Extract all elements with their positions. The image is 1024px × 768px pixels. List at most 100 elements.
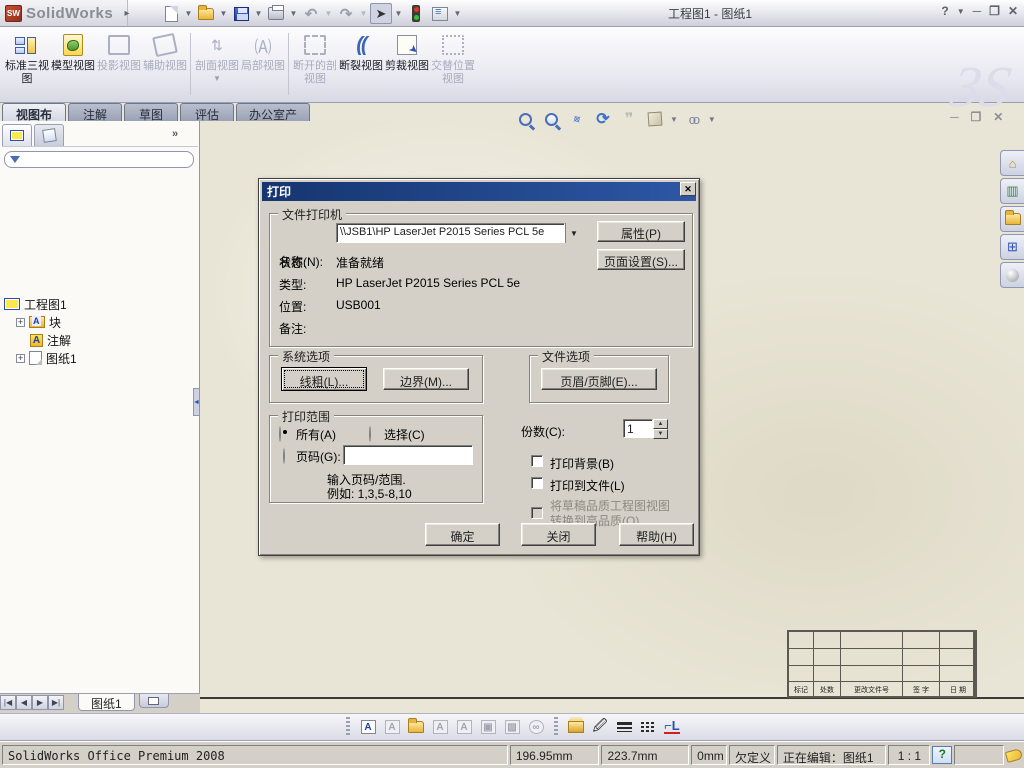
print-button[interactable] — [265, 3, 287, 24]
ok-button[interactable]: 确定 — [425, 523, 500, 546]
grid-snap-button[interactable]: ⌐L — [662, 717, 682, 737]
doc-close-button[interactable]: ✕ — [993, 110, 1003, 124]
properties-button[interactable]: 属性(P) — [597, 221, 685, 242]
toolbar-grip[interactable] — [554, 717, 558, 737]
range-selection-label: 选择(C) — [384, 428, 425, 442]
ribbon-detail-view: 🄐 局部视图 — [240, 30, 286, 98]
close-button[interactable]: ✕ — [1008, 4, 1018, 18]
select-button[interactable]: ➤ — [370, 3, 392, 24]
combo-dropdown-arrow[interactable]: ▼ — [565, 223, 582, 243]
redo-button[interactable]: ↷ — [335, 3, 357, 24]
options-button[interactable] — [429, 3, 451, 24]
toolbar-flyout-arrow[interactable]: ▸ — [120, 5, 134, 22]
view-orientation-dropdown[interactable]: ▼ — [670, 115, 678, 124]
tree-root-row[interactable]: 工程图1 — [4, 295, 67, 313]
expand-plus-icon[interactable]: + — [16, 317, 25, 327]
help-dropdown[interactable]: ▼ — [957, 7, 965, 16]
rebuild-button[interactable] — [405, 3, 427, 24]
header-footer-button[interactable]: 页眉/页脚(E)... — [541, 368, 657, 390]
minimize-button[interactable]: ─ — [973, 4, 982, 18]
open-dropdown[interactable]: ▼ — [219, 3, 228, 24]
doc-minimize-button[interactable]: ─ — [950, 110, 959, 124]
zoom-area-button[interactable] — [540, 108, 562, 130]
line-thickness-button[interactable] — [614, 717, 634, 737]
tag-icon[interactable] — [1004, 747, 1024, 763]
pages-input[interactable] — [343, 445, 473, 465]
restore-button[interactable]: ❐ — [989, 4, 1000, 18]
line-style-button[interactable] — [638, 717, 658, 737]
ribbon-standard-3-views[interactable]: 标准三视图 — [4, 30, 50, 98]
line-weight-button[interactable]: 线粗(L)... — [281, 367, 367, 391]
options-dropdown[interactable]: ▼ — [453, 3, 462, 24]
range-pages-radio[interactable] — [283, 448, 285, 464]
tab-office-products[interactable]: 办公室产品 — [236, 103, 310, 139]
open-button[interactable] — [195, 3, 217, 24]
taskpane-file-explorer-tab[interactable] — [1000, 206, 1024, 232]
undo-button[interactable]: ↶ — [300, 3, 322, 24]
panel-splitter-collapse[interactable]: ◄ — [193, 388, 200, 416]
range-all-radio[interactable] — [279, 426, 281, 442]
tree-row-annotations[interactable]: A 注解 — [30, 331, 71, 349]
tab-sketch[interactable]: 草图 — [124, 103, 178, 122]
help-dialog-button[interactable]: 帮助(H) — [619, 523, 694, 546]
toolbar-grip[interactable] — [346, 717, 350, 737]
ribbon-crop-view[interactable]: 剪裁视图 — [384, 30, 430, 98]
quick-tips-help-button[interactable]: ? — [932, 746, 953, 764]
print-to-file-checkbox[interactable] — [531, 477, 543, 489]
panel-overflow-chevron[interactable]: » — [172, 128, 178, 140]
spin-down-button[interactable]: ▼ — [653, 429, 668, 439]
close-dialog-button[interactable]: 关闭 — [521, 523, 596, 546]
tree-row-blocks[interactable]: + 块 — [16, 313, 61, 331]
tab-annotation[interactable]: 注解 — [68, 103, 122, 122]
save-button[interactable] — [230, 3, 252, 24]
last-sheet-button[interactable]: ▶| — [48, 695, 64, 710]
copies-value[interactable]: 1 — [623, 419, 653, 438]
rotate-view-button[interactable]: ⟳ — [592, 108, 614, 130]
view-orientation-button[interactable] — [644, 108, 666, 130]
dialog-close-button[interactable]: ✕ — [680, 182, 696, 196]
select-dropdown[interactable]: ▼ — [394, 3, 403, 24]
range-selection-radio[interactable] — [369, 426, 371, 442]
print-background-checkbox[interactable] — [531, 455, 543, 467]
printer-name-combobox[interactable]: \\JSB1\HP LaserJet P2015 Series PCL 5e ▼ — [336, 223, 582, 243]
tab-evaluate[interactable]: 评估 — [180, 103, 234, 122]
new-dropdown[interactable]: ▼ — [184, 3, 193, 24]
tree-row-sheet1[interactable]: + 图纸1 — [16, 349, 77, 367]
margins-button[interactable]: 边界(M)... — [383, 368, 469, 390]
layer-color-button[interactable]: 🖉 — [590, 717, 610, 737]
taskpane-design-library-tab[interactable]: ▥ — [1000, 178, 1024, 204]
ribbon-break-view[interactable]: (( 断裂视图 — [338, 30, 384, 98]
tab-view-layout[interactable]: 视图布局 — [2, 103, 66, 139]
help-button[interactable]: ? — [941, 4, 948, 18]
first-sheet-button[interactable]: |◀ — [0, 695, 16, 710]
expand-plus-icon[interactable]: + — [16, 353, 25, 363]
new-document-button[interactable] — [160, 3, 182, 24]
sheet1-tab[interactable]: 图纸1 — [78, 694, 135, 711]
prev-sheet-button[interactable]: ◀ — [16, 695, 32, 710]
insert-block-button[interactable] — [406, 717, 426, 737]
copies-spinner[interactable]: 1 ▲ ▼ — [623, 419, 668, 439]
property-manager-tab[interactable] — [34, 124, 64, 146]
layer-properties-button[interactable] — [566, 717, 586, 737]
next-sheet-button[interactable]: ▶ — [32, 695, 48, 710]
featuremanager-tree-tab[interactable] — [2, 124, 32, 146]
add-sheet-tab[interactable] — [138, 694, 169, 708]
taskpane-resources-tab[interactable]: ⌂ — [1000, 150, 1024, 176]
spin-up-button[interactable]: ▲ — [653, 419, 668, 429]
taskpane-appearances-tab[interactable] — [1000, 262, 1024, 288]
zoom-fit-button[interactable] — [514, 108, 536, 130]
tree-filter-input[interactable] — [4, 151, 194, 168]
print-dropdown[interactable]: ▼ — [289, 3, 298, 24]
save-dropdown[interactable]: ▼ — [254, 3, 263, 24]
doc-restore-button[interactable]: ❐ — [971, 110, 982, 124]
taskpane-search-tab[interactable]: ⊞ — [1000, 234, 1024, 260]
zoom-selection-button[interactable]: ⌖ — [566, 108, 588, 130]
display-style-dropdown[interactable]: ▼ — [708, 115, 716, 124]
page-setup-button[interactable]: 页面设置(S)... — [597, 249, 685, 270]
make-block-button[interactable]: A — [358, 717, 378, 737]
ribbon-model-view[interactable]: 模型视图 — [50, 30, 96, 98]
dialog-title-bar[interactable]: 打印 — [262, 182, 696, 201]
make-block-icon: A — [360, 720, 376, 734]
annotation-layer-toolbar: A A A A ▣ ▨ ∞ 🖉 ⌐L — [0, 713, 1024, 741]
display-style-button[interactable]: oo — [682, 108, 704, 130]
